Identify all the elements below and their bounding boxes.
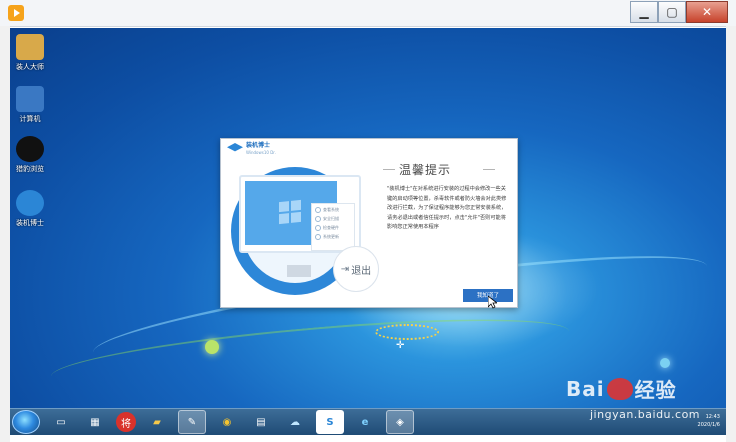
panel-row: 系统更新: [315, 234, 354, 240]
taskbar-item[interactable]: 将: [116, 412, 136, 432]
watermark-url: jingyan.baidu.com: [590, 408, 701, 421]
watermark-brand: Bai: [566, 376, 605, 401]
left-border: [0, 26, 10, 442]
close-icon: ✕: [701, 5, 713, 19]
desktop-icon-label: 计算机: [19, 115, 41, 123]
taskbar-item[interactable]: ◈: [386, 410, 414, 434]
crosshair-icon: ✛: [396, 340, 405, 351]
taskbar-item[interactable]: ▤: [248, 411, 274, 433]
wallpaper-dots: [375, 324, 439, 340]
maximize-button[interactable]: ▢: [658, 1, 686, 23]
check-icon: [315, 207, 321, 213]
wallpaper-flower: [660, 358, 670, 368]
baidu-watermark: Bai 经验: [566, 374, 677, 403]
refresh-icon: [315, 234, 321, 240]
desktop-icon-label: 猎豹浏览: [16, 165, 44, 173]
desktop-icon-computer[interactable]: 计算机: [10, 86, 50, 124]
notepad-icon: ▤: [256, 416, 266, 428]
baidu-paw-icon: [606, 377, 633, 400]
desktop-icon-zhuangren[interactable]: 装人大师: [10, 34, 50, 72]
app-jiang-icon: 将: [121, 418, 131, 430]
warning-dialog: 装机博士 Windows10 Dr. 查看系统 安全扫描 检查硬件 系统更新 ⇥…: [220, 138, 518, 308]
system-clock[interactable]: 12:43 2020/1/6: [698, 413, 720, 429]
vm-window: ▁ ▢ ✕ 装人大师 计算机 猎豹浏览 装机博士 ✛ 装机博士 Windows1…: [0, 0, 736, 442]
exit-label: 退出: [351, 265, 372, 277]
title-rule-right: [483, 169, 495, 170]
player-app-icon: [8, 5, 24, 21]
minimize-button[interactable]: ▁: [630, 1, 658, 23]
desktop-icon-label: 装人大师: [16, 63, 44, 71]
taskbar-item[interactable]: ▦: [82, 411, 108, 433]
window-controls: ▁ ▢ ✕: [630, 1, 728, 23]
wallpaper-flower: [205, 340, 219, 354]
taskbar-item[interactable]: e: [352, 411, 378, 433]
exit-badge: ⇥ 退出: [333, 246, 379, 292]
taskbar-item[interactable]: ◉: [214, 411, 240, 433]
explorer-icon: ▦: [90, 416, 100, 428]
title-bar: ▁ ▢ ✕: [0, 0, 736, 27]
tools-icon: ✎: [187, 416, 197, 428]
taskbar-item[interactable]: ✎: [178, 410, 206, 434]
windows-logo-icon: [279, 199, 301, 225]
minimize-icon: ▁: [639, 5, 649, 19]
title-rule-left: [383, 169, 395, 170]
folder-person-icon: [16, 34, 44, 60]
computer-icon: [16, 86, 44, 112]
clock-date: 2020/1/6: [697, 422, 720, 428]
right-border: [726, 26, 736, 442]
taskbar-item[interactable]: ▰: [144, 411, 170, 433]
clock-time: 12:43: [705, 414, 720, 420]
desktop-icon: ▭: [56, 416, 66, 428]
maximize-icon: ▢: [666, 5, 678, 19]
taskbar-item[interactable]: ▭: [48, 411, 74, 433]
zhuangji-icon: ◈: [396, 416, 404, 428]
dialog-title: 温馨提示: [399, 163, 452, 177]
folder-icon: ▰: [153, 416, 161, 428]
desktop-icon-zhuangji[interactable]: 装机博士: [10, 190, 50, 228]
s-app-icon: S: [326, 416, 334, 428]
panel-row: 查看系统: [315, 207, 354, 213]
desktop-icon-label: 装机博士: [16, 219, 44, 227]
panel-row: 检查硬件: [315, 225, 354, 231]
panel-row: 安全扫描: [315, 216, 354, 222]
shield-icon: [315, 216, 321, 222]
monitor-stand: [287, 265, 311, 277]
cloud-icon: ☁: [290, 416, 300, 428]
close-button[interactable]: ✕: [686, 1, 728, 23]
logo-subtext: Windows10 Dr.: [246, 150, 276, 155]
chip-icon: [315, 225, 321, 231]
status-panel: 查看系统 安全扫描 检查硬件 系统更新: [311, 203, 355, 251]
start-button[interactable]: [12, 410, 40, 434]
logo-text: 装机博士 Windows10 Dr.: [246, 142, 276, 155]
exit-icon: ⇥: [340, 263, 350, 275]
panda-browser-icon: [16, 136, 44, 162]
zhuangji-icon: [16, 190, 44, 216]
taskbar-item[interactable]: ☁: [282, 411, 308, 433]
dialog-message: "装机博士"在对系统进行安装的过程中会修改一些关键的启动项等位置，杀毒软件或者防…: [387, 186, 507, 230]
dialog-logo: 装机博士 Windows10 Dr.: [227, 142, 276, 156]
watermark-brand2: 经验: [634, 378, 677, 402]
ie-icon: e: [361, 416, 369, 428]
desktop-icon-liebao[interactable]: 猎豹浏览: [10, 136, 50, 174]
mouse-cursor-icon: [488, 296, 497, 309]
graduation-cap-icon: [227, 143, 243, 152]
chrome-icon: ◉: [222, 416, 232, 428]
taskbar-item[interactable]: S: [316, 410, 344, 434]
